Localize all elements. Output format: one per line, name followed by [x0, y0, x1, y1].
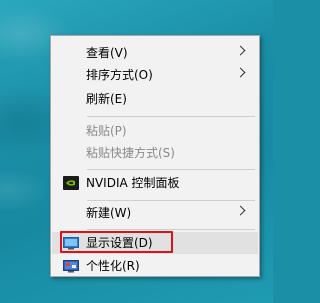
menu-item-label: 粘贴快捷方式(S) — [86, 146, 175, 160]
menu-item-label: 刷新(E) — [86, 92, 127, 106]
menu-item-personalize[interactable]: 个性化(R) — [52, 255, 258, 277]
menu-item-paste: 粘贴(P) — [52, 120, 258, 142]
menu-item-sort-by[interactable]: 排序方式(O) — [52, 64, 258, 86]
chevron-right-icon — [235, 205, 246, 216]
menu-item-label: 排序方式(O) — [86, 68, 153, 82]
menu-item-refresh[interactable]: 刷新(E) — [52, 88, 258, 110]
menu-item-view[interactable]: 查看(V) — [52, 42, 258, 64]
menu-separator — [87, 200, 255, 201]
menu-item-label: 个性化(R) — [86, 259, 140, 273]
chevron-right-icon — [235, 67, 246, 78]
menu-item-label: NVIDIA 控制面板 — [86, 176, 180, 190]
menu-separator — [87, 116, 255, 117]
menu-item-paste-shortcut: 粘贴快捷方式(S) — [52, 142, 258, 164]
menu-item-nvidia-control-panel[interactable]: NVIDIA 控制面板 — [52, 172, 258, 194]
personalize-icon — [63, 260, 79, 273]
menu-separator — [87, 229, 255, 230]
menu-item-new[interactable]: 新建(W) — [52, 202, 258, 224]
menu-item-label: 粘贴(P) — [86, 124, 127, 138]
chevron-right-icon — [235, 45, 246, 56]
nvidia-logo-icon — [63, 176, 79, 190]
menu-separator — [87, 169, 255, 170]
menu-item-label: 新建(W) — [86, 206, 132, 220]
menu-item-label: 查看(V) — [86, 46, 128, 60]
highlight-annotation-box — [60, 231, 173, 253]
